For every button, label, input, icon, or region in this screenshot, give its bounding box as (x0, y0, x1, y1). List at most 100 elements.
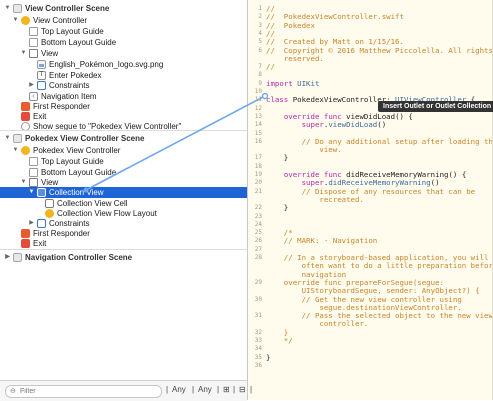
outline-item-label: View (41, 49, 59, 58)
outline-item-label: Bottom Layout Guide (41, 38, 117, 47)
line-number: 24 (254, 220, 262, 228)
layout-tool-icon[interactable]: ⊟ (239, 384, 246, 396)
outline-item[interactable]: Top Layout Guide (0, 26, 247, 37)
line-number: 3 (258, 21, 262, 29)
outline-item[interactable]: ▼ Collection View (0, 187, 247, 198)
layout-tool-icon[interactable]: ⊞ (223, 384, 230, 396)
code-line[interactable]: // MARK: - Navigation (266, 236, 377, 245)
outline-item[interactable]: ▼ View Controller Scene (0, 3, 247, 14)
outline-item-label: Pokedex View Controller (33, 146, 121, 155)
line-number: 30 (254, 295, 262, 303)
outline-filter-bar: ⊖ |Any|Any|⊞|⊟| (0, 380, 252, 401)
outline-item[interactable]: ▼ Pokedex View Controller (0, 145, 247, 156)
image-view-icon (37, 60, 46, 69)
size-class-any-button[interactable]: Any (172, 384, 186, 396)
outline-item-label: Top Layout Guide (41, 157, 104, 166)
outline-item[interactable]: English_Pokémon_logo.svg.png (0, 59, 247, 70)
outline-item-label: View Controller Scene (25, 4, 110, 13)
line-number: 7 (258, 63, 262, 71)
line-number: 19 (254, 171, 262, 178)
disclosure-expanded-icon[interactable]: ▼ (4, 3, 11, 14)
line-number: 27 (254, 245, 262, 253)
line-number: 31 (254, 312, 262, 320)
outline-item[interactable]: ▼ Pokedex View Controller Scene (0, 133, 247, 144)
outline-item[interactable]: ▶ Constraints (0, 80, 247, 91)
line-number: 29 (254, 278, 262, 286)
outline-item[interactable]: Exit (0, 238, 247, 249)
scene-icon (13, 253, 22, 262)
code-editor[interactable]: 1//2// PokedexViewController.swift 3// Po… (248, 0, 493, 400)
line-number: 6 (258, 46, 262, 54)
navigation-item-icon: ‹ (29, 92, 38, 101)
insert-outlet-tooltip: Insert Outlet or Outlet Collection (378, 101, 493, 112)
line-number: 9 (258, 79, 262, 87)
layout-guide-icon (29, 168, 38, 177)
line-number: 22 (254, 204, 262, 212)
first-responder-icon (21, 102, 30, 111)
view-icon (29, 49, 38, 58)
disclosure-expanded-icon[interactable]: ▼ (4, 133, 11, 144)
view-icon (29, 178, 38, 187)
code-line[interactable]: // (266, 62, 275, 71)
line-number: 4 (258, 29, 262, 37)
code-line[interactable]: */ (266, 336, 293, 345)
line-number: 21 (254, 187, 262, 195)
constraints-icon (37, 81, 46, 90)
outline-item[interactable]: ▶ Navigation Controller Scene (0, 252, 247, 263)
tool-separator: | (233, 385, 236, 394)
scene-separator (0, 249, 247, 250)
outline-item-label: Constraints (49, 81, 90, 90)
disclosure-collapsed-icon[interactable]: ▶ (28, 80, 35, 91)
outline-item-label: Top Layout Guide (41, 27, 104, 36)
tool-separator: | (192, 385, 195, 394)
outline-item[interactable]: ▼ View Controller (0, 15, 247, 26)
layout-guide-icon (29, 157, 38, 166)
line-number: 28 (254, 254, 262, 261)
line-number: 32 (254, 328, 262, 336)
line-number: 26 (254, 237, 262, 245)
flow-layout-icon (45, 209, 54, 218)
code-line[interactable]: } (266, 353, 270, 362)
code-line[interactable]: super.viewDidLoad() (266, 120, 387, 129)
line-number: 33 (254, 337, 262, 344)
code-line[interactable]: } (266, 153, 288, 162)
line-number: 34 (254, 345, 262, 353)
line-number: 12 (254, 104, 262, 112)
document-outline: ▼ View Controller Scene ▼ View Controller To… (0, 0, 247, 400)
line-number: 10 (254, 88, 262, 95)
filter-icon: ⊖ (10, 388, 16, 395)
scene-icon (13, 4, 22, 13)
constraints-icon (37, 219, 46, 228)
code-line[interactable]: import UIKit (266, 79, 319, 88)
tool-separator: | (217, 385, 220, 394)
disclosure-expanded-icon[interactable]: ▼ (20, 48, 27, 59)
outline-item[interactable]: Bottom Layout Guide (0, 37, 247, 48)
outline-item-label: Exit (33, 239, 47, 248)
first-responder-icon (21, 229, 30, 238)
line-number: 18 (254, 162, 262, 170)
disclosure-expanded-icon[interactable]: ▼ (12, 145, 19, 156)
outline-item-label: Collection View (49, 188, 104, 197)
line-number: 11 (254, 96, 262, 104)
line-number: 13 (254, 112, 262, 120)
code-line[interactable]: } (266, 203, 288, 212)
collection-cell-icon (45, 199, 54, 208)
scene-icon (13, 134, 22, 143)
disclosure-collapsed-icon[interactable]: ▶ (4, 252, 11, 263)
outline-item-label: View Controller (33, 16, 88, 25)
size-class-any-button[interactable]: Any (198, 384, 212, 396)
outline-item[interactable]: ▼ View (0, 48, 247, 59)
line-number: 8 (258, 71, 262, 79)
tool-separator: | (166, 385, 169, 394)
filter-field[interactable]: ⊖ (5, 385, 162, 398)
exit-icon (21, 239, 30, 248)
tool-separator: | (250, 385, 253, 394)
disclosure-expanded-icon[interactable]: ▼ (12, 15, 19, 26)
line-number: 36 (254, 361, 262, 369)
filter-input[interactable] (20, 386, 155, 397)
line-number: 14 (254, 121, 262, 129)
outline-item-label: English_Pokémon_logo.svg.png (49, 60, 164, 69)
outline-item[interactable]: Top Layout Guide (0, 156, 247, 167)
line-number: 15 (254, 129, 262, 137)
disclosure-expanded-icon[interactable]: ▼ (28, 187, 35, 198)
